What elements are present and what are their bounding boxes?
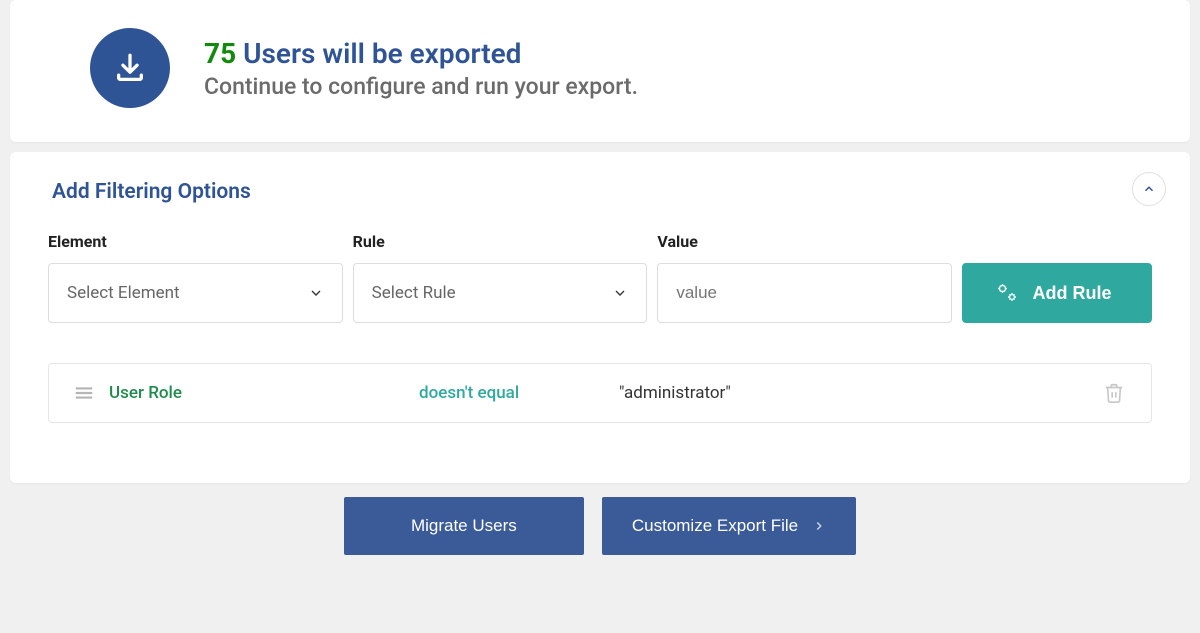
export-summary-card: 75 Users will be exported Continue to co… <box>10 0 1190 142</box>
element-select-value: Select Element <box>67 283 180 303</box>
drag-handle[interactable] <box>73 382 95 404</box>
filtering-card: Add Filtering Options Element Select Ele… <box>10 152 1190 483</box>
value-label: Value <box>657 232 952 251</box>
drag-lines-icon <box>73 382 95 404</box>
filtering-section-title: Add Filtering Options <box>52 180 1152 204</box>
rule-value-text: "administrator" <box>619 383 1097 403</box>
value-column: Value <box>657 232 952 323</box>
filter-rule-row: User Role doesn't equal "administrator" <box>48 363 1152 423</box>
migrate-users-label: Migrate Users <box>411 516 517 536</box>
export-summary-text: 75 Users will be exported Continue to co… <box>204 36 638 100</box>
rule-element-text: User Role <box>109 383 419 403</box>
export-subtitle: Continue to configure and run your expor… <box>204 73 638 100</box>
chevron-up-icon <box>1142 182 1156 196</box>
chevron-down-icon <box>308 285 324 301</box>
export-count: 75 <box>204 37 236 70</box>
add-rule-button[interactable]: Add Rule <box>962 263 1152 323</box>
rule-select-value: Select Rule <box>372 283 456 303</box>
element-column: Element Select Element <box>48 232 343 323</box>
customize-export-button[interactable]: Customize Export File <box>602 497 856 555</box>
collapse-toggle[interactable] <box>1132 172 1166 206</box>
element-select[interactable]: Select Element <box>48 263 343 323</box>
gears-icon <box>995 281 1019 305</box>
rule-operator-text: doesn't equal <box>419 383 619 403</box>
chevron-down-icon <box>612 285 628 301</box>
rule-select[interactable]: Select Rule <box>353 263 648 323</box>
delete-rule-button[interactable] <box>1097 376 1131 410</box>
bottom-action-bar: Migrate Users Customize Export File <box>0 497 1200 555</box>
export-title-suffix: Users will be exported <box>243 37 521 70</box>
chevron-right-icon <box>812 519 826 533</box>
trash-icon <box>1103 382 1125 404</box>
value-input[interactable] <box>657 263 952 323</box>
customize-export-label: Customize Export File <box>632 516 798 536</box>
rule-column: Rule Select Rule <box>353 232 648 323</box>
migrate-users-button[interactable]: Migrate Users <box>344 497 584 555</box>
download-icon <box>90 28 170 108</box>
filter-builder-row: Element Select Element Rule Select Rule … <box>48 232 1152 323</box>
element-label: Element <box>48 232 343 251</box>
add-rule-label: Add Rule <box>1033 283 1112 304</box>
rule-label: Rule <box>353 232 648 251</box>
export-summary-title: 75 Users will be exported <box>204 36 638 71</box>
